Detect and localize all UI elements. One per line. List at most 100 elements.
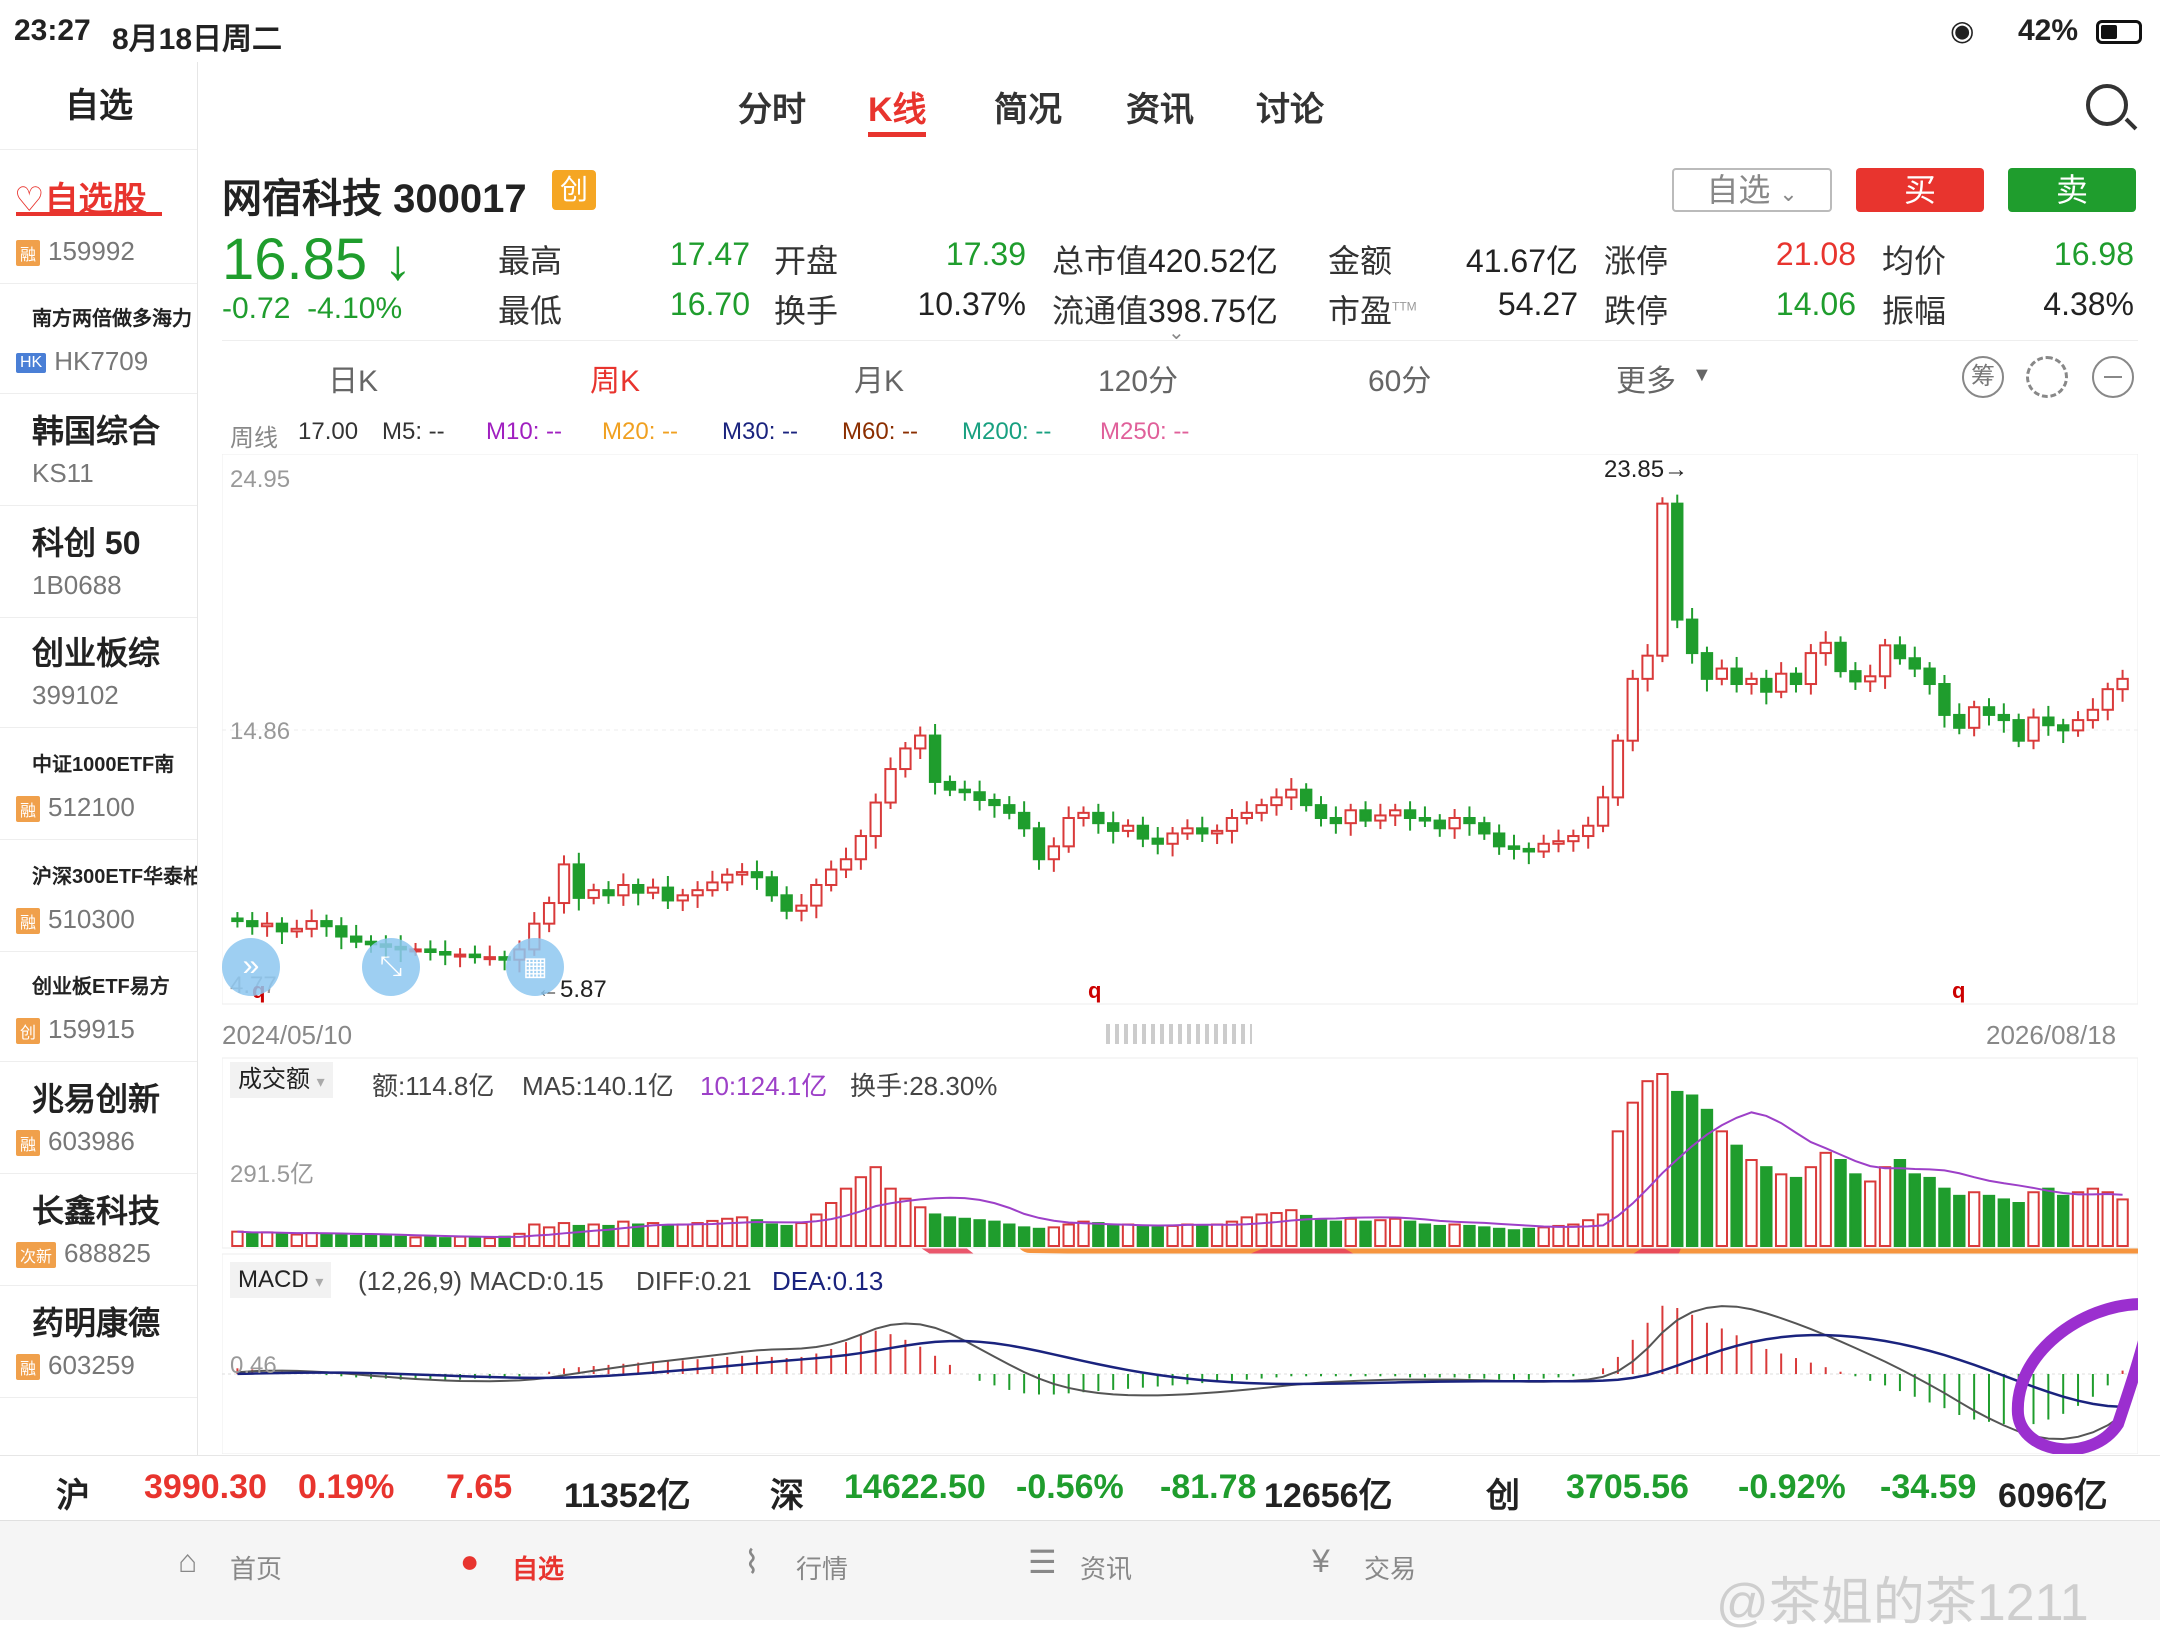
volume-bar (1017, 1226, 1031, 1247)
period-tab[interactable]: 更多 (1616, 356, 1676, 400)
candle (1314, 804, 1328, 820)
volume-bar (973, 1219, 986, 1248)
candle (1997, 713, 2011, 722)
sidebar-item[interactable]: 韩国综合 KS11 (0, 394, 197, 506)
change-value: -0.72 (222, 292, 291, 325)
add-watchlist-button[interactable]: 自选 ⌄ (1672, 168, 1832, 212)
candle (1982, 706, 1996, 716)
volume-bar (260, 1231, 274, 1248)
volume-bar (1062, 1223, 1075, 1247)
wifi-icon: ◉ (1950, 15, 1975, 46)
sidebar-item[interactable]: 药明康德融 603259 (0, 1286, 197, 1398)
sidebar-item[interactable]: 创业板ETF易方创 159915 (0, 950, 197, 1062)
quote-label: 最高 (498, 236, 562, 282)
tab-1[interactable]: 分时 (738, 82, 806, 131)
candle (231, 917, 244, 923)
zoom-out-icon[interactable] (2092, 356, 2134, 398)
sidebar-item[interactable]: 融 159992 (0, 172, 197, 284)
fullscreen-icon[interactable]: ⤡ (362, 938, 420, 996)
trade-icon[interactable]: ¥ (1312, 1543, 1330, 1580)
candle (988, 798, 1001, 807)
index-price: 14622.50 (844, 1468, 986, 1506)
volume-bar (1745, 1159, 1758, 1247)
candle (1938, 683, 1951, 716)
sidebar-item-code-text: 688825 (64, 1238, 151, 1268)
period-tab[interactable]: 60分 (1368, 356, 1431, 400)
buy-button[interactable]: 买 (1856, 168, 1984, 212)
volume-bar (1967, 1191, 1981, 1247)
volume-bar (676, 1223, 689, 1247)
period-tab[interactable]: 月K (854, 356, 904, 400)
layout-icon[interactable]: ▦ (506, 938, 564, 996)
candle (1017, 811, 1031, 830)
sidebar-item[interactable]: 长鑫科技 次新 688825 (0, 1174, 197, 1286)
index-pct: -0.56% (1016, 1468, 1124, 1506)
nav-item[interactable]: 资讯 (1080, 1549, 1132, 1586)
volume-bar (424, 1236, 437, 1248)
period-tab[interactable]: 120分 (1098, 356, 1178, 400)
battery-percent: 42% (2018, 14, 2079, 47)
gear-icon[interactable] (2026, 356, 2068, 398)
tab-5[interactable]: 讨论 (1256, 82, 1324, 131)
volume-bar (1804, 1166, 1818, 1248)
period-tab[interactable]: 日K (328, 356, 378, 400)
volume-selector[interactable]: 成交额 ▾ (230, 1062, 333, 1098)
sidebar-item[interactable]: 南方两倍做多海力 HK HK7709 (0, 282, 197, 394)
high-marker: 23.85→ (1604, 456, 1689, 483)
volume-bar (1507, 1229, 1521, 1248)
more-dropdown-icon[interactable]: ▼ (1692, 364, 1712, 387)
market-icon[interactable]: ⌇ (744, 1543, 760, 1581)
nav-item[interactable]: 行情 (796, 1549, 848, 1586)
macd-selector[interactable]: MACD ▾ (230, 1262, 332, 1298)
sell-button[interactable]: 卖 (2008, 168, 2136, 212)
volume-bar (1003, 1223, 1016, 1247)
sidebar-item[interactable]: 中证1000ETF南融 512100 (0, 728, 197, 840)
expand-right-icon[interactable]: » (222, 938, 280, 996)
candle (1344, 809, 1357, 825)
volume-bar (884, 1187, 897, 1248)
scroll-handle[interactable] (1106, 1024, 1252, 1044)
nav-item[interactable]: 自选 (512, 1549, 564, 1586)
expand-chevron-icon[interactable]: ⌄ (1168, 320, 1185, 345)
candle (1893, 644, 1907, 660)
sidebar-title[interactable]: 自选 (0, 62, 197, 150)
index-chg: -81.78 (1160, 1468, 1257, 1506)
candle (854, 835, 868, 861)
volume-bar (439, 1237, 452, 1247)
candle (1478, 822, 1491, 835)
volume-bar (1908, 1173, 1921, 1247)
sidebar-item[interactable]: 沪深300ETF华泰柏融 510300 (0, 840, 197, 952)
tab-4[interactable]: 资讯 (1126, 82, 1194, 131)
search-icon[interactable] (2086, 84, 2138, 131)
candle (958, 788, 971, 794)
candle (1789, 672, 1803, 686)
volume-bar (453, 1235, 467, 1248)
volume-bar (1151, 1226, 1164, 1247)
index-name: 深 (770, 1477, 804, 1515)
quote-label-sup: TTM (1392, 299, 1417, 314)
sidebar-item-code-text: HK7709 (54, 346, 149, 376)
candle (1225, 817, 1239, 832)
sidebar-item-code: 399102 (32, 680, 119, 711)
chip-distribution-icon[interactable]: 筹 (1962, 356, 2004, 398)
volume-bar (349, 1234, 363, 1248)
tab-2[interactable]: K线 (868, 82, 927, 131)
candle (780, 894, 793, 912)
candle (1047, 845, 1061, 861)
news-icon[interactable]: ☰ (1028, 1543, 1057, 1581)
sidebar-item[interactable]: 创业板综 399102 (0, 616, 197, 728)
sidebar-item[interactable]: 科创 50 1B0688 (0, 506, 197, 618)
watchlist-icon[interactable]: ● (460, 1543, 479, 1580)
period-tab[interactable]: 周K (590, 356, 640, 400)
tab-3[interactable]: 简况 (994, 82, 1062, 131)
candle (468, 953, 482, 959)
candle (1329, 817, 1343, 825)
candle (1760, 677, 1773, 693)
nav-item[interactable]: 首页 (230, 1549, 282, 1586)
volume-bar (958, 1217, 971, 1247)
sidebar-item[interactable]: 兆易创新融 603986 (0, 1062, 197, 1174)
nav-item[interactable]: 交易 (1364, 1549, 1416, 1586)
volume-bar (290, 1233, 303, 1247)
home-icon[interactable]: ⌂ (178, 1543, 197, 1580)
index-ticker-bar[interactable]: 沪 3990.30 0.19% 7.65 11352亿 深 14622.50 -0.56% -8… (0, 1455, 2160, 1520)
